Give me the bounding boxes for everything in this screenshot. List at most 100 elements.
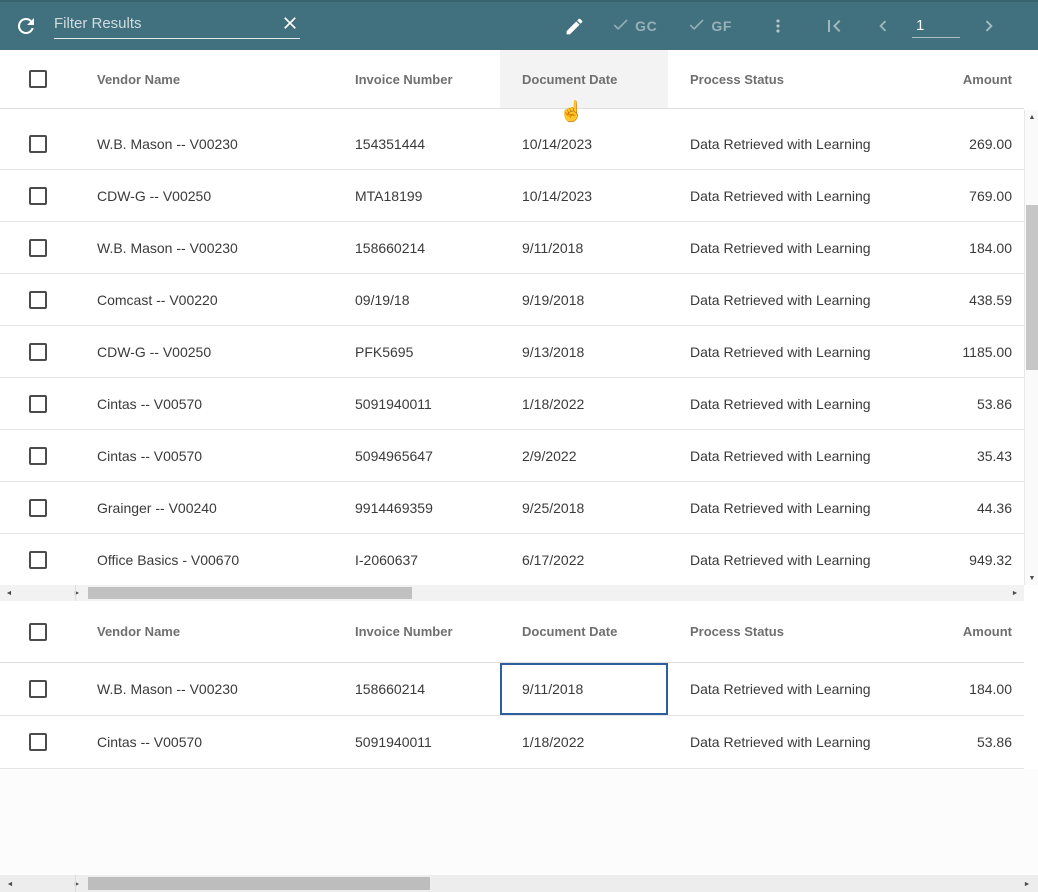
row-checkbox[interactable] [0,663,75,715]
status-cell[interactable]: Data Retrieved with Learning [668,500,878,516]
status-cell[interactable]: Data Retrieved with Learning [668,681,878,697]
row-checkbox[interactable] [0,716,75,768]
column-header-invoice[interactable]: Invoice Number [333,624,500,639]
grid1-horizontal-scrollbar[interactable]: ◄ ► ► [0,585,1024,601]
invoice-cell[interactable]: PFK5695 [333,344,500,360]
date-cell[interactable]: 1/18/2022 [500,734,668,750]
amount-cell[interactable]: 438.59 [878,292,1024,308]
checkbox-icon[interactable] [29,623,47,641]
date-cell[interactable]: 2/9/2022 [500,448,668,464]
checkbox-icon[interactable] [29,135,47,153]
vendor-cell[interactable]: Cintas -- V00570 [75,448,333,464]
select-all-checkbox[interactable] [0,601,75,662]
vendor-cell[interactable]: W.B. Mason -- V00230 [75,681,333,697]
status-cell[interactable]: Data Retrieved with Learning [668,396,878,412]
invoice-cell[interactable]: 158660214 [333,681,500,697]
status-cell[interactable]: Data Retrieved with Learning [668,240,878,256]
invoice-cell[interactable]: 158660214 [333,240,500,256]
scroll-up-icon[interactable]: ▲ [1025,110,1038,124]
column-header-amount[interactable]: Amount [878,624,1024,639]
invoice-cell[interactable]: 5091940011 [333,734,500,750]
invoice-cell[interactable]: 154351444 [333,136,500,152]
column-header-status[interactable]: Process Status [668,624,878,639]
more-options-button[interactable] [768,16,788,36]
vendor-cell[interactable]: Cintas -- V00570 [75,396,333,412]
grid2-horizontal-scrollbar[interactable]: ◄ ► ► [0,875,1038,892]
amount-cell[interactable]: 184.00 [878,240,1024,256]
date-cell[interactable]: 9/25/2018 [500,500,668,516]
date-cell-selected[interactable]: 9/11/2018 [500,663,668,715]
scroll-left-icon[interactable]: ◄ [2,586,16,600]
scroll-right-icon[interactable]: ► [1020,877,1034,891]
scroll-right-icon[interactable]: ► [70,877,84,891]
vendor-cell[interactable]: Cintas -- V00570 [75,734,333,750]
scroll-down-icon[interactable]: ▼ [1025,571,1038,585]
invoice-cell[interactable]: MTA18199 [333,188,500,204]
edit-button[interactable] [564,16,585,37]
column-header-date[interactable]: Document Date [500,624,668,639]
checkbox-icon[interactable] [29,395,47,413]
status-cell[interactable]: Data Retrieved with Learning [668,734,878,750]
date-cell[interactable]: 9/13/2018 [500,344,668,360]
grid1-vertical-scrollbar[interactable]: ▲ ▼ [1024,110,1038,585]
checkbox-icon[interactable] [29,187,47,205]
column-header-vendor[interactable]: Vendor Name [75,72,333,87]
invoice-cell[interactable]: 5094965647 [333,448,500,464]
row-checkbox[interactable] [0,378,75,429]
row-checkbox[interactable] [0,274,75,325]
vendor-cell[interactable]: Comcast -- V00220 [75,292,333,308]
amount-cell[interactable]: 1185.00 [878,344,1024,360]
date-cell[interactable]: 9/11/2018 [500,240,668,256]
gf-button[interactable]: GF [687,15,732,37]
column-header-status[interactable]: Process Status [668,72,878,87]
vendor-cell[interactable]: W.B. Mason -- V00230 [75,136,333,152]
amount-cell[interactable]: 35.43 [878,448,1024,464]
vendor-cell[interactable]: W.B. Mason -- V00230 [75,240,333,256]
scroll-right-icon[interactable]: ► [1008,586,1022,600]
first-page-button[interactable] [822,14,846,38]
column-header-date[interactable]: Document Date [500,50,668,108]
invoice-cell[interactable]: I-2060637 [333,552,500,568]
column-header-amount[interactable]: Amount [878,72,1024,87]
vendor-cell[interactable]: Office Basics - V00670 [75,552,333,568]
row-checkbox[interactable] [0,118,75,169]
vendor-cell[interactable]: Grainger -- V00240 [75,500,333,516]
invoice-cell[interactable]: 9914469359 [333,500,500,516]
vendor-cell[interactable]: CDW-G -- V00250 [75,188,333,204]
checkbox-icon[interactable] [29,343,47,361]
amount-cell[interactable]: 184.00 [878,681,1024,697]
next-page-button[interactable] [978,15,1000,37]
row-checkbox[interactable] [0,534,75,585]
status-cell[interactable]: Data Retrieved with Learning [668,344,878,360]
date-cell[interactable]: 10/14/2023 [500,188,668,204]
amount-cell[interactable]: 269.00 [878,136,1024,152]
amount-cell[interactable]: 949.32 [878,552,1024,568]
amount-cell[interactable]: 53.86 [878,734,1024,750]
checkbox-icon[interactable] [29,551,47,569]
clear-filter-button[interactable] [280,13,300,33]
date-cell[interactable]: 1/18/2022 [500,396,668,412]
date-cell[interactable]: 6/17/2022 [500,552,668,568]
prev-page-button[interactable] [872,15,894,37]
checkbox-icon[interactable] [29,447,47,465]
refresh-button[interactable] [14,14,38,38]
scroll-left-icon[interactable]: ◄ [3,877,17,891]
status-cell[interactable]: Data Retrieved with Learning [668,448,878,464]
page-number-input[interactable] [912,15,960,38]
checkbox-icon[interactable] [29,291,47,309]
invoice-cell[interactable]: 09/19/18 [333,292,500,308]
amount-cell[interactable]: 44.36 [878,500,1024,516]
scrollbar-thumb[interactable] [88,587,412,599]
checkbox-icon[interactable] [29,499,47,517]
scrollbar-thumb[interactable] [88,877,430,890]
checkbox-icon[interactable] [29,239,47,257]
status-cell[interactable]: Data Retrieved with Learning [668,136,878,152]
amount-cell[interactable]: 53.86 [878,396,1024,412]
status-cell[interactable]: Data Retrieved with Learning [668,552,878,568]
column-header-vendor[interactable]: Vendor Name [75,624,333,639]
scrollbar-thumb[interactable] [1026,205,1038,370]
invoice-cell[interactable]: 5091940011 [333,396,500,412]
checkbox-icon[interactable] [29,70,47,88]
vendor-cell[interactable]: CDW-G -- V00250 [75,344,333,360]
checkbox-icon[interactable] [29,733,47,751]
